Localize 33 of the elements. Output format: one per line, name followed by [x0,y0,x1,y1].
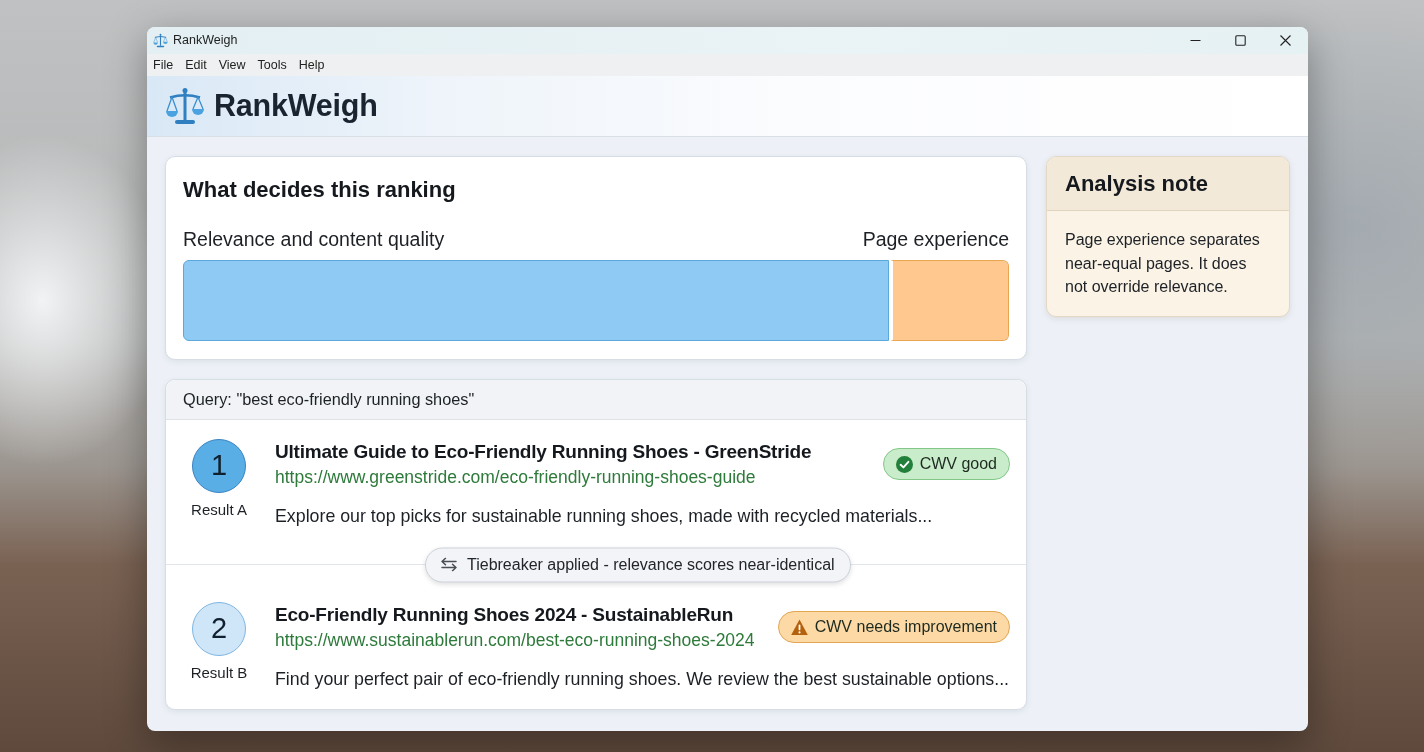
card-title: What decides this ranking [183,176,457,204]
scales-icon [165,86,205,126]
warning-icon [790,618,808,636]
result-label: Result A [191,500,247,520]
result-url[interactable]: https://www.greenstride.com/eco-friendly-running-shoes-guide [275,465,812,489]
close-icon [1280,35,1291,46]
maximize-icon [1235,35,1246,46]
status-text: CWV needs improvement [814,617,997,637]
menu-item[interactable]: File [147,54,180,76]
status-text: CWV good [919,454,997,474]
result-url[interactable]: https://www.sustainablerun.com/best-eco-running-shoes-2024 [275,628,755,652]
menu-item[interactable]: Tools [251,54,293,76]
menu-item[interactable]: Help [292,54,331,76]
note-text: Page experience separates near-equal pages. It does not override relevance. [1064,230,1261,297]
window-title: RankWeigh [173,32,238,50]
scales-icon [153,33,168,48]
swap-arrows-icon [440,557,458,572]
bar-label: Page experience [862,227,1009,252]
menu-item[interactable]: Edit [179,54,213,76]
tiebreaker-text: Tiebreaker applied - relevance scores near-identical [467,554,835,575]
rank-number: 1 [192,439,246,493]
menu-item[interactable]: View [212,54,252,76]
check-icon [895,455,913,473]
result-label: Result B [190,663,248,683]
query-text: Query: "best eco-friendly running shoes" [183,389,475,411]
rank-number: 2 [192,602,246,656]
result-title[interactable]: Eco-Friendly Running Shoes 2024 - SustainableRun [275,602,755,628]
result-title[interactable]: Ultimate Guide to Eco-Friendly Running Shoes - GreenStride [275,439,812,465]
bar-label: Relevance and content quality [183,227,445,252]
app-title: RankWeigh [214,87,378,125]
note-title: Analysis note [1065,170,1209,198]
result-snippet: Find your perfect pair of eco-friendly running shoes. We review the best sustainable options... [275,668,1010,691]
result-snippet: Explore our top picks for sustainable running shoes, made with recycled materials... [275,505,934,528]
